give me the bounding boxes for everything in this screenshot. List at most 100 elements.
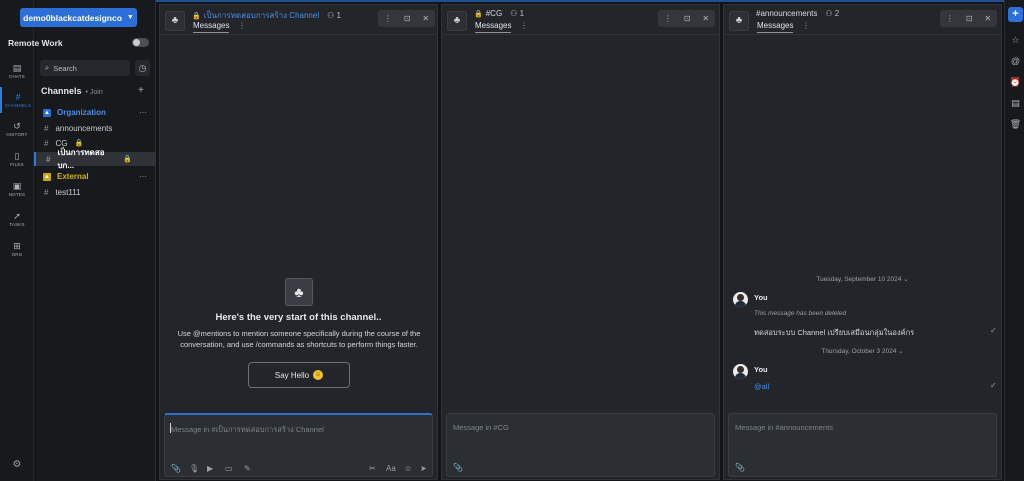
avatar[interactable]	[733, 292, 748, 307]
edit-icon[interactable]: ✎	[244, 464, 251, 473]
team-name: Remote Work	[8, 38, 63, 48]
members-count[interactable]: ⚇ 1	[510, 9, 524, 18]
chat-icon: ▤	[12, 63, 22, 73]
attach-icon[interactable]: 📎	[453, 463, 463, 472]
settings-icon[interactable]: ⚙	[10, 459, 24, 473]
channel-sidebar: demo0blackcatdesignco ▼ Remote Work ⌕ Se…	[8, 0, 156, 481]
date-separator[interactable]: Thursday, October 3 2024 ⌄	[724, 347, 1001, 355]
more-icon[interactable]: ⋮	[664, 14, 672, 23]
clock-icon[interactable]: ◷	[135, 60, 150, 76]
rail-label: CHATS	[9, 74, 25, 79]
alarm-icon[interactable]: ⏰	[1008, 77, 1023, 88]
emoji-icon[interactable]: ☺	[404, 464, 412, 473]
mention-icon[interactable]: @	[1008, 56, 1023, 66]
archive-icon[interactable]: ▤	[1008, 98, 1023, 109]
rail-history[interactable]: ↺ HISTORY	[0, 116, 34, 142]
check-icon: ✓	[990, 326, 997, 335]
attach-icon[interactable]: 📎	[735, 463, 745, 472]
screen-icon[interactable]: ▭	[225, 464, 233, 473]
org-avatar-icon: ♣	[447, 11, 467, 31]
popout-icon[interactable]: ⊡	[966, 14, 973, 23]
lock-icon: 🔒	[123, 156, 132, 163]
channel-item[interactable]: # announcements	[34, 121, 156, 135]
rail-label: HISTORY	[6, 132, 28, 137]
popout-icon[interactable]: ⊡	[684, 14, 691, 23]
rail-label: TASKS	[9, 222, 25, 227]
tab-messages[interactable]: Messages	[475, 21, 512, 33]
search-input[interactable]: ⌕ Search	[40, 60, 130, 76]
deleted-message-note: This message has been deleted	[754, 310, 847, 317]
team-toggle[interactable]	[132, 38, 149, 47]
popout-icon[interactable]: ⊡	[404, 14, 411, 23]
message-composer[interactable]: Message in #announcements 📎	[728, 413, 997, 477]
tab-more-icon[interactable]: ⋮	[520, 21, 528, 30]
pane-title[interactable]: #announcements	[756, 9, 817, 18]
more-icon[interactable]: ⋮	[946, 14, 954, 23]
rail-files[interactable]: ▯ FILES	[0, 146, 34, 172]
pane-title[interactable]: #CG	[486, 9, 502, 18]
trash-icon[interactable]: 🗑	[1008, 119, 1023, 130]
attach-icon[interactable]: 📎	[171, 464, 181, 473]
composer-placeholder: Message in #CG	[453, 423, 509, 432]
scissors-icon[interactable]: ✂	[369, 464, 376, 473]
pane-header: ♣ #announcements ⚇ 2 Messages ⋮ ⋮ ⊡ ✕	[724, 5, 1001, 35]
rail-channels[interactable]: # CHANNELS	[0, 87, 34, 113]
composer-placeholder: Message in #เป็นการทดสอบการสร้าง Channel	[171, 425, 324, 434]
close-icon[interactable]: ✕	[422, 14, 429, 23]
pane-header: ♣ 🔒 #CG ⚇ 1 Messages ⋮ ⋮ ⊡ ✕	[442, 5, 719, 35]
tab-more-icon[interactable]: ⋮	[802, 21, 810, 30]
building-icon: ▲	[43, 108, 51, 117]
more-icon[interactable]: ···	[139, 172, 147, 181]
more-icon[interactable]: ···	[139, 108, 147, 117]
message-composer[interactable]: Message in #เป็นการทดสอบการสร้าง Channel…	[164, 413, 433, 477]
date-separator[interactable]: Tuesday, September 10 2024 ⌄	[724, 275, 1001, 283]
workspace-switcher[interactable]: demo0blackcatdesignco ▼	[20, 8, 137, 27]
add-channel-icon[interactable]: +	[138, 85, 144, 96]
channels-title: Channels	[41, 86, 82, 96]
message-composer[interactable]: Message in #CG 📎	[446, 413, 715, 477]
members-count[interactable]: ⚇ 2	[825, 9, 839, 18]
search-placeholder: Search	[53, 63, 77, 73]
say-hello-button[interactable]: Say Hello ☺	[248, 362, 350, 388]
tab-messages[interactable]: Messages	[193, 21, 230, 33]
group-external[interactable]: ▲ External	[43, 172, 89, 181]
hash-icon: #	[46, 154, 51, 164]
channel-item-active[interactable]: # เป็นการทดสอบก... 🔒	[34, 148, 156, 170]
close-icon[interactable]: ✕	[984, 14, 991, 23]
channels-header: Channels • Join	[41, 86, 103, 96]
group-name: Organization	[57, 108, 106, 117]
mention-all[interactable]: @all	[754, 382, 769, 391]
channel-item[interactable]: # test111	[34, 185, 156, 199]
rail-notes[interactable]: ▣ NOTES	[0, 176, 34, 202]
message-author[interactable]: You	[754, 293, 768, 302]
rail-label: NOTES	[8, 192, 26, 197]
members-number: 1	[336, 11, 341, 20]
search-icon: ⌕	[45, 63, 50, 72]
video-icon[interactable]: ▶	[207, 464, 213, 473]
mic-icon[interactable]: 🎙	[189, 464, 199, 473]
join-link[interactable]: • Join	[86, 89, 103, 96]
text-format-icon[interactable]: Aa	[386, 464, 396, 473]
group-organization[interactable]: ▲ Organization	[43, 108, 106, 117]
channel-name: announcements	[55, 123, 113, 133]
members-icon: ⚇	[327, 11, 335, 20]
tab-messages[interactable]: Messages	[757, 21, 794, 33]
members-count[interactable]: ⚇ 1	[327, 11, 341, 20]
avatar[interactable]	[733, 364, 748, 379]
star-icon[interactable]: ☆	[1008, 35, 1023, 46]
pane-title-row: 🔒 #CG ⚇ 1	[474, 9, 524, 18]
building-icon: ▲	[43, 172, 51, 181]
channel-pane: ♣ 🔒 #CG ⚇ 1 Messages ⋮ ⋮ ⊡ ✕ Message in …	[441, 4, 720, 480]
send-icon[interactable]: ➤	[420, 464, 427, 473]
rail-chats[interactable]: ▤ CHATS	[0, 58, 34, 84]
members-number: 2	[834, 9, 840, 18]
org-icon: ⊞	[13, 241, 21, 251]
check-icon: ✓	[990, 381, 997, 390]
close-icon[interactable]: ✕	[702, 14, 709, 23]
new-action-button[interactable]: +	[1008, 7, 1023, 22]
more-icon[interactable]: ⋮	[384, 14, 392, 23]
tab-more-icon[interactable]: ⋮	[238, 21, 246, 30]
rail-tasks[interactable]: ➚ TASKS	[0, 206, 34, 232]
rail-org[interactable]: ⊞ ORG	[0, 236, 34, 262]
message-author[interactable]: You	[754, 365, 768, 374]
